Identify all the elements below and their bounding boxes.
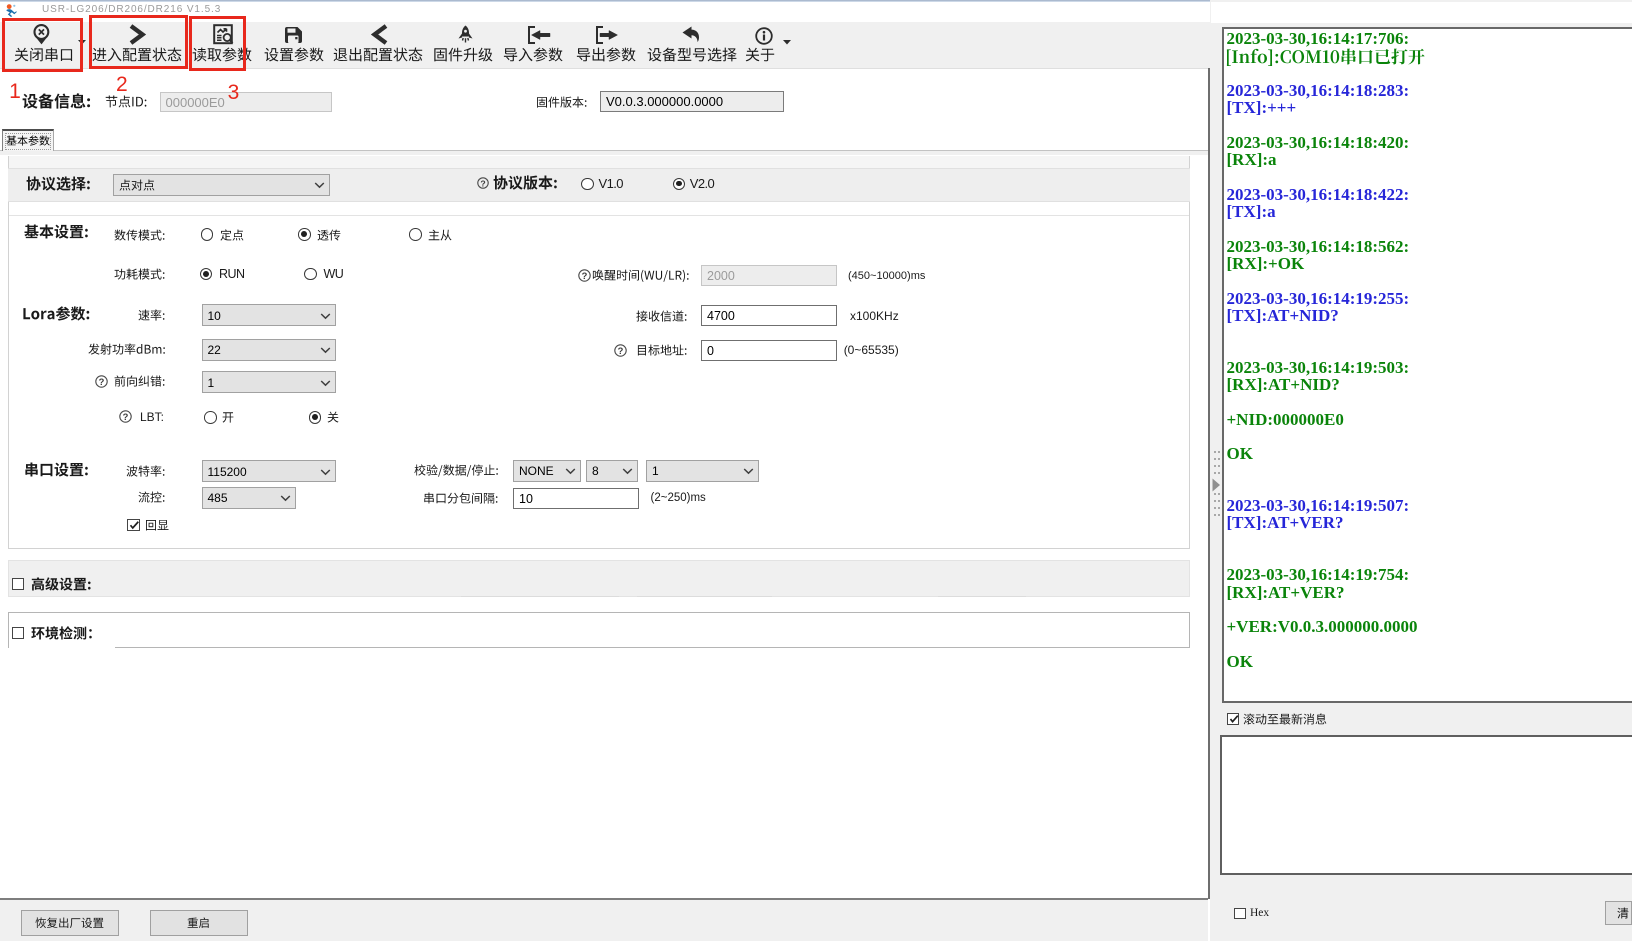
svg-text:?: ?: [618, 345, 624, 356]
svg-text:?: ?: [581, 269, 587, 280]
svg-text:?: ?: [480, 178, 485, 188]
svg-text:?: ?: [122, 411, 128, 422]
svg-text:?: ?: [99, 375, 105, 386]
